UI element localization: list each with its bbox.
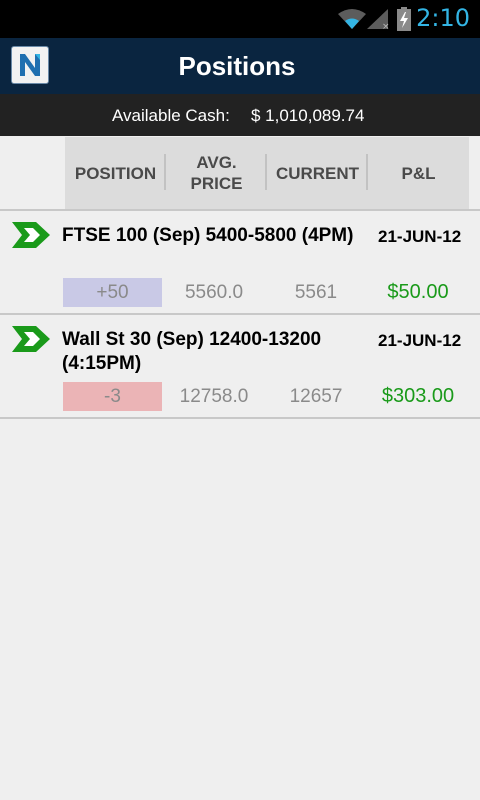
column-header-current[interactable]: CURRENT [267, 137, 368, 209]
row-divider [0, 417, 480, 419]
battery-charging-icon [397, 7, 411, 31]
position-date: 21-JUN-12 [378, 331, 462, 350]
current-price-value: 12657 [289, 386, 343, 407]
status-clock: 2:10 [416, 4, 470, 32]
avg-price-value: 12758.0 [179, 386, 249, 407]
signal-icon: × [367, 9, 390, 30]
available-cash-value: $ 1,010,089.74 [251, 106, 365, 125]
status-bar: × 2:10 [0, 0, 480, 38]
avg-price-value: 5560.0 [184, 282, 244, 303]
available-cash-label: Available Cash: [112, 106, 230, 125]
position-date: 21-JUN-12 [378, 227, 462, 246]
action-bar: Positions [0, 38, 480, 94]
available-cash-bar: Available Cash: $ 1,010,089.74 [0, 94, 480, 136]
position-arrow-icon [12, 326, 50, 352]
position-size-badge: -3 [63, 382, 162, 411]
column-header-pnl[interactable]: P&L [368, 137, 469, 209]
position-arrow-icon [12, 222, 50, 248]
position-row[interactable]: Wall St 30 (Sep) 12400-13200 (4:15PM) 21… [0, 315, 480, 419]
pnl-value: $50.00 [387, 281, 449, 303]
svg-text:×: × [382, 22, 390, 30]
instrument-name: Wall St 30 (Sep) 12400-13200 (4:15PM) [62, 329, 322, 374]
pnl-value: $303.00 [381, 385, 455, 407]
instrument-name: FTSE 100 (Sep) 5400-5800 (4PM) [62, 225, 354, 246]
position-size-badge: +50 [63, 278, 162, 307]
position-row[interactable]: FTSE 100 (Sep) 5400-5800 (4PM) 21-JUN-12… [0, 211, 480, 315]
column-header-avg-price[interactable]: AVG. PRICE [166, 137, 267, 209]
current-price-value: 5561 [294, 282, 338, 303]
column-header-position[interactable]: POSITION [65, 137, 166, 209]
positions-table-header: POSITION AVG. PRICE CURRENT P&L [65, 137, 469, 209]
wifi-icon [338, 9, 366, 29]
page-title: Positions [178, 51, 296, 81]
column-header-avg-price-label: AVG. PRICE [190, 153, 243, 193]
